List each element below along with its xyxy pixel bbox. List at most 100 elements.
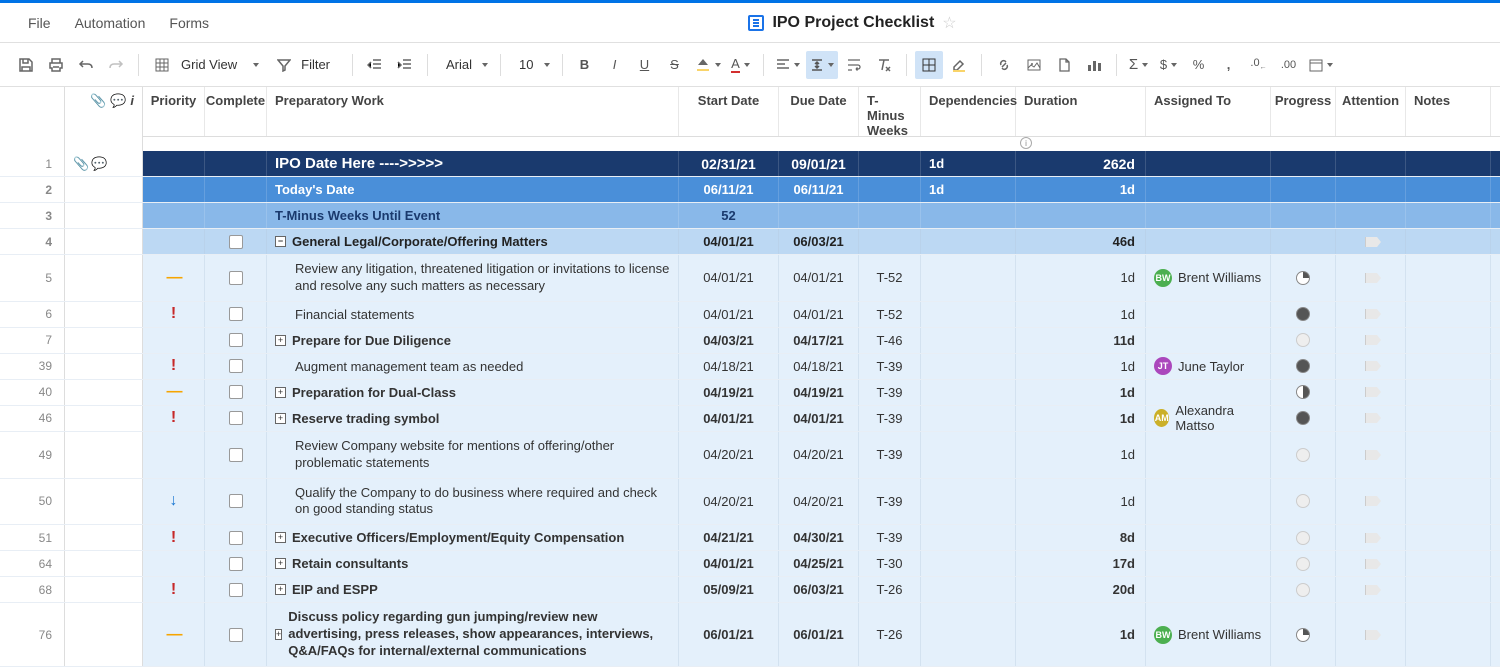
clear-format-icon[interactable] [870, 51, 898, 79]
attention-cell[interactable] [1336, 229, 1406, 254]
priority-cell[interactable]: — [143, 380, 205, 405]
due-date-cell[interactable]: 06/03/21 [779, 229, 859, 254]
dependencies-cell[interactable] [921, 229, 1016, 254]
duration-cell[interactable] [1016, 203, 1146, 228]
assigned-cell[interactable] [1146, 577, 1271, 602]
italic-icon[interactable]: I [601, 51, 629, 79]
checkbox[interactable] [229, 494, 243, 508]
dependencies-cell[interactable] [921, 302, 1016, 327]
attention-cell[interactable] [1336, 255, 1406, 301]
checkbox[interactable] [229, 557, 243, 571]
assigned-cell[interactable] [1146, 151, 1271, 176]
duration-cell[interactable]: 1d [1016, 380, 1146, 405]
due-date-cell[interactable]: 06/11/21 [779, 177, 859, 202]
prep-cell[interactable]: +Executive Officers/Employment/Equity Co… [267, 525, 679, 550]
priority-cell[interactable]: ! [143, 302, 205, 327]
expand-icon[interactable]: + [275, 629, 282, 640]
priority-cell[interactable]: ! [143, 577, 205, 602]
checkbox[interactable] [229, 235, 243, 249]
prep-cell[interactable]: +EIP and ESPP [267, 577, 679, 602]
progress-cell[interactable] [1271, 229, 1336, 254]
progress-cell[interactable] [1271, 577, 1336, 602]
assigned-cell[interactable] [1146, 203, 1271, 228]
col-header-priority[interactable]: Priority [143, 87, 205, 136]
complete-cell[interactable] [205, 177, 267, 202]
start-date-cell[interactable]: 04/19/21 [679, 380, 779, 405]
tminus-cell[interactable]: T-39 [859, 525, 921, 550]
assigned-cell[interactable] [1146, 525, 1271, 550]
start-date-cell[interactable]: 04/01/21 [679, 406, 779, 431]
prep-cell[interactable]: +Discuss policy regarding gun jumping/re… [267, 603, 679, 666]
priority-cell[interactable] [143, 177, 205, 202]
table-row[interactable]: 6!Financial statements04/01/2104/01/21T-… [0, 302, 1500, 328]
priority-cell[interactable] [143, 328, 205, 353]
indent-icon[interactable] [391, 51, 419, 79]
tminus-cell[interactable]: T-30 [859, 551, 921, 576]
notes-cell[interactable] [1406, 551, 1491, 576]
complete-cell[interactable] [205, 328, 267, 353]
notes-cell[interactable] [1406, 406, 1491, 431]
assigned-cell[interactable] [1146, 177, 1271, 202]
prep-cell[interactable]: −General Legal/Corporate/Offering Matter… [267, 229, 679, 254]
table-row[interactable]: 49Review Company website for mentions of… [0, 432, 1500, 479]
complete-cell[interactable] [205, 577, 267, 602]
link-icon[interactable] [990, 51, 1018, 79]
start-date-cell[interactable]: 04/03/21 [679, 328, 779, 353]
col-header-attention[interactable]: Attention [1336, 87, 1406, 136]
prep-cell[interactable]: T-Minus Weeks Until Event [267, 203, 679, 228]
duration-cell[interactable]: 1d [1016, 177, 1146, 202]
percent-icon[interactable]: % [1185, 51, 1213, 79]
complete-cell[interactable] [205, 354, 267, 379]
row-number[interactable]: 7 [0, 328, 65, 353]
dependencies-cell[interactable]: 1d [921, 177, 1016, 202]
progress-cell[interactable] [1271, 177, 1336, 202]
progress-cell[interactable] [1271, 255, 1336, 301]
progress-cell[interactable] [1271, 151, 1336, 176]
progress-cell[interactable] [1271, 432, 1336, 478]
due-date-cell[interactable]: 04/01/21 [779, 406, 859, 431]
row-number[interactable]: 40 [0, 380, 65, 405]
start-date-cell[interactable]: 06/01/21 [679, 603, 779, 666]
date-format-icon[interactable] [1305, 51, 1337, 79]
progress-cell[interactable] [1271, 302, 1336, 327]
bold-icon[interactable]: B [571, 51, 599, 79]
attention-cell[interactable] [1336, 479, 1406, 525]
progress-cell[interactable] [1271, 551, 1336, 576]
dependencies-cell[interactable] [921, 525, 1016, 550]
col-header-start[interactable]: Start Date [679, 87, 779, 136]
dependencies-cell[interactable] [921, 432, 1016, 478]
tminus-cell[interactable]: T-39 [859, 479, 921, 525]
expand-icon[interactable]: + [275, 532, 286, 543]
row-number[interactable]: 76 [0, 603, 65, 666]
row-number[interactable]: 2 [0, 177, 65, 202]
valign-icon[interactable] [806, 51, 838, 79]
col-header-notes[interactable]: Notes [1406, 87, 1491, 136]
due-date-cell[interactable]: 04/18/21 [779, 354, 859, 379]
checkbox[interactable] [229, 333, 243, 347]
highlight-icon[interactable] [945, 51, 973, 79]
tminus-cell[interactable]: T-39 [859, 406, 921, 431]
assigned-cell[interactable] [1146, 328, 1271, 353]
tminus-cell[interactable]: T-52 [859, 302, 921, 327]
due-date-cell[interactable] [779, 203, 859, 228]
checkbox[interactable] [229, 385, 243, 399]
table-row[interactable]: 1📎💬IPO Date Here ---->>>>>02/31/2109/01/… [0, 151, 1500, 177]
expand-icon[interactable]: + [275, 335, 286, 346]
table-row[interactable]: 50↓Qualify the Company to do business wh… [0, 479, 1500, 526]
priority-cell[interactable]: — [143, 255, 205, 301]
due-date-cell[interactable]: 06/01/21 [779, 603, 859, 666]
favorite-star-icon[interactable]: ☆ [942, 13, 956, 33]
start-date-cell[interactable]: 06/11/21 [679, 177, 779, 202]
document-title[interactable]: IPO Project Checklist [772, 14, 934, 32]
decrease-decimal-icon[interactable]: .0← [1245, 51, 1273, 79]
expand-icon[interactable]: + [275, 584, 286, 595]
table-row[interactable]: 4−General Legal/Corporate/Offering Matte… [0, 229, 1500, 255]
due-date-cell[interactable]: 04/20/21 [779, 479, 859, 525]
expand-icon[interactable]: + [275, 413, 286, 424]
priority-cell[interactable] [143, 432, 205, 478]
table-row[interactable]: 5—Review any litigation, threatened liti… [0, 255, 1500, 302]
attention-cell[interactable] [1336, 551, 1406, 576]
checkbox[interactable] [229, 411, 243, 425]
notes-cell[interactable] [1406, 177, 1491, 202]
duration-cell[interactable]: 8d [1016, 525, 1146, 550]
